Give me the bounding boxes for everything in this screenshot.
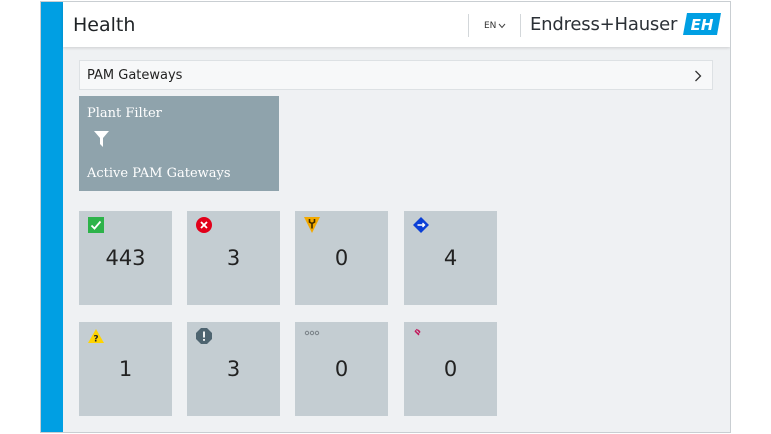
svg-text:?: ? (93, 335, 98, 345)
status-tile-maintenance[interactable]: 0 (295, 211, 388, 305)
chevron-right-icon (695, 70, 702, 82)
app-frame: Health EN Endress+Hauser EH PAM Gateways… (40, 1, 731, 433)
brand: Endress+Hauser EH (530, 13, 722, 35)
error-circle-icon (196, 217, 212, 233)
warning-triangle-icon: ? (88, 329, 104, 345)
status-tile-disconnected[interactable]: 0 (404, 322, 497, 416)
svg-text:EH: EH (691, 16, 714, 34)
status-tile-function-check[interactable]: 4 (404, 211, 497, 305)
filter-icon (94, 131, 109, 147)
status-tile-critical[interactable]: 3 (187, 322, 280, 416)
status-count: 0 (334, 357, 349, 381)
exclamation-octagon-icon (196, 328, 212, 344)
header-divider (468, 14, 469, 37)
pam-gateways-row[interactable]: PAM Gateways (79, 60, 713, 90)
side-accent-bar (41, 2, 63, 432)
brand-logo-icon: EH (683, 13, 722, 35)
brand-name: Endress+Hauser (530, 13, 678, 35)
header-divider (520, 14, 521, 37)
status-count: 3 (226, 246, 241, 270)
status-count: 0 (443, 357, 458, 381)
diamond-icon (413, 217, 429, 233)
language-selector[interactable]: EN (484, 21, 506, 31)
pam-gateways-label: PAM Gateways (87, 67, 183, 83)
link-broken-icon (414, 328, 421, 336)
status-tile-not-categorized[interactable]: 0 (295, 322, 388, 416)
status-count: 3 (226, 357, 241, 381)
language-label: EN (484, 21, 497, 31)
status-tile-failure[interactable]: 3 (187, 211, 280, 305)
check-icon (88, 217, 104, 233)
dots-icon (304, 330, 320, 336)
status-tile-ok[interactable]: 443 (79, 211, 172, 305)
page-title: Health (73, 14, 136, 36)
status-count: 4 (443, 246, 458, 270)
status-count: 443 (105, 246, 146, 270)
status-count: 1 (118, 357, 133, 381)
plant-filter-title: Plant Filter (87, 106, 162, 121)
plant-filter-tile[interactable]: Plant Filter Active PAM Gateways (79, 96, 279, 191)
wrench-icon (304, 217, 320, 233)
status-count: 0 (334, 246, 349, 270)
active-pam-gateways-label: Active PAM Gateways (87, 166, 231, 181)
chevron-down-icon (499, 23, 506, 29)
header-bar: Health EN Endress+Hauser EH (63, 2, 730, 47)
status-tile-out-of-specification[interactable]: ? 1 (79, 322, 172, 416)
